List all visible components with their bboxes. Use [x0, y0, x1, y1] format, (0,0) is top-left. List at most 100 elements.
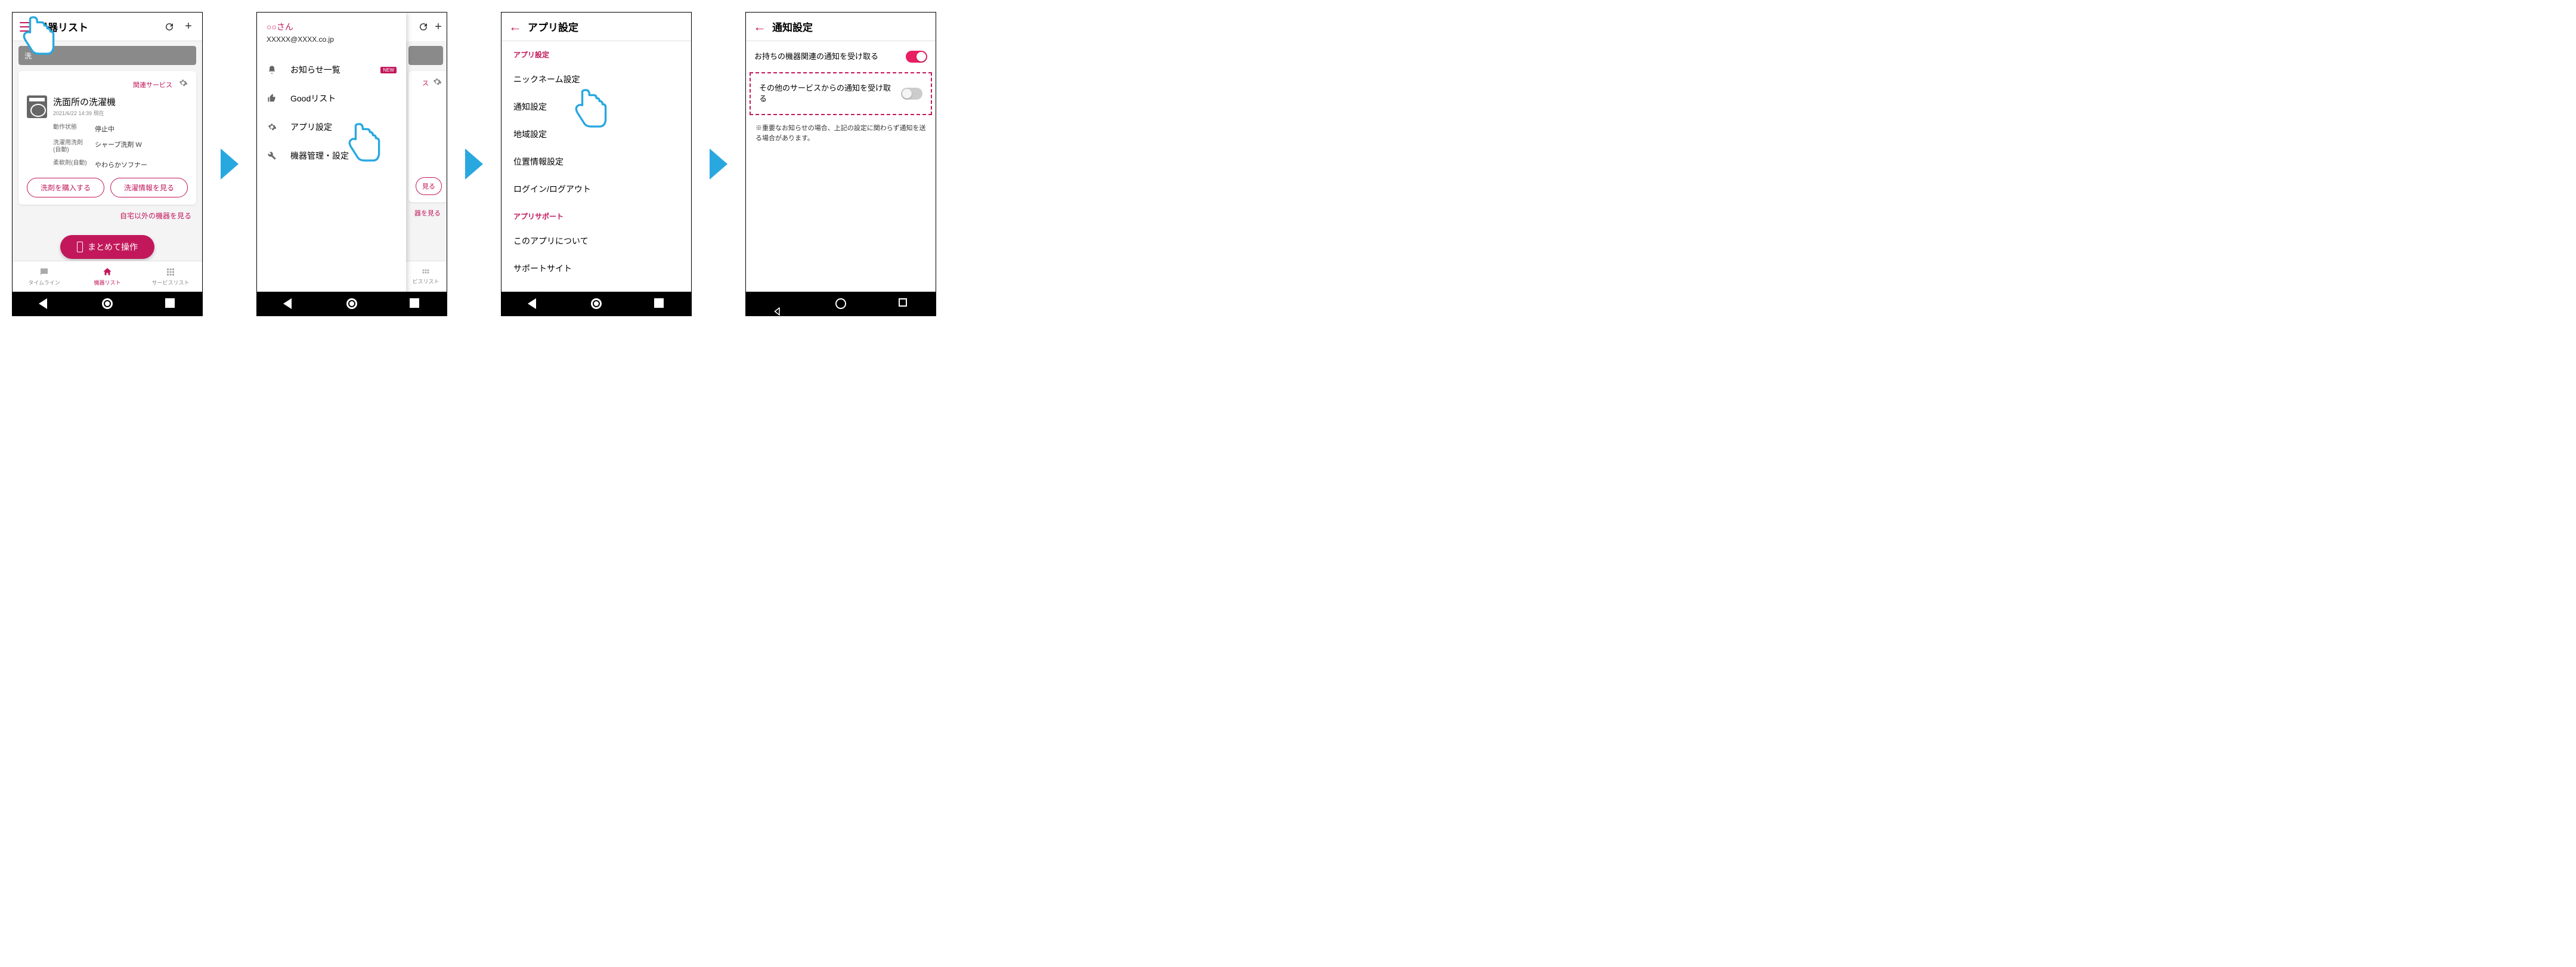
notification-note: ※重要なお知らせの場合、上記の設定に関わらず通知を送る場合があります。: [746, 115, 936, 152]
nav-back[interactable]: [528, 298, 538, 309]
nav-recent[interactable]: [410, 298, 420, 309]
toggle-switch-off[interactable]: [901, 88, 922, 100]
bell-icon: [267, 64, 277, 75]
device-card: 関連サービス 洗面所の洗濯機 2021/6/22 14:39 現在 動作状態停止…: [18, 71, 196, 205]
device-name: 洗面所の洗濯機: [53, 95, 116, 108]
content: アプリ設定 ニックネーム設定 通知設定 地域設定 位置情報設定 ログイン/ログア…: [501, 41, 691, 292]
nav-recent[interactable]: [654, 298, 665, 309]
nav-back[interactable]: [39, 298, 49, 309]
status-grid: 動作状態停止中 洗濯用洗剤 (自動)シャープ洗剤 W 柔軟剤(自動)やわらかソフ…: [53, 124, 188, 169]
related-services-link[interactable]: 関連サービス: [133, 80, 172, 89]
page-title: 通知設定: [772, 19, 928, 34]
grid-icon: [165, 267, 177, 277]
drawer-item-good-list[interactable]: Goodリスト: [257, 84, 406, 113]
settings-item-support[interactable]: サポートサイト: [501, 255, 691, 282]
status-row: 柔軟剤(自動)やわらかソフナー: [53, 160, 188, 169]
washer-icon: [27, 95, 47, 118]
gear-icon[interactable]: [432, 77, 442, 89]
gear-icon[interactable]: [178, 78, 188, 91]
hamburger-icon[interactable]: [20, 22, 32, 32]
gear-icon: [267, 122, 277, 132]
plus-icon[interactable]: +: [435, 20, 442, 33]
header: ← アプリ設定: [501, 13, 691, 41]
status-value: やわらかソフナー: [95, 160, 147, 169]
settings-item-region[interactable]: 地域設定: [501, 121, 691, 148]
drawer-label: アプリ設定: [290, 121, 332, 133]
status-value: 停止中: [95, 124, 114, 134]
flow-arrow-icon: [710, 149, 727, 180]
view-button-partial[interactable]: 見る: [416, 177, 442, 195]
section-header: アプリ設定: [501, 41, 691, 66]
batch-operate-button[interactable]: まとめて操作: [60, 235, 154, 259]
nav-home[interactable]: [591, 298, 602, 309]
nav-home[interactable]: [346, 298, 357, 309]
drawer-label: Goodリスト: [290, 92, 336, 104]
page-title: アプリ設定: [528, 19, 684, 34]
back-arrow-icon[interactable]: ←: [753, 19, 766, 35]
settings-item-terms[interactable]: 利用規約・プライバシーポリシー: [501, 282, 691, 292]
content: 洗 関連サービス 洗面所の洗濯機 2021/6/22 14:39 現在 動作状態…: [13, 41, 202, 261]
android-nav-bar: [501, 292, 691, 316]
device-card-partial: ス 見る: [408, 71, 447, 202]
bottom-tabs: タイムライン 機器リスト サービスリスト: [13, 261, 202, 292]
android-nav-bar: [257, 292, 447, 316]
notification-toggle-row-devices: お持ちの機器関連の通知を受け取る: [746, 41, 936, 72]
drawer-item-app-settings[interactable]: アプリ設定: [257, 113, 406, 141]
drawer-email: XXXXX@XXXX.co.jp: [267, 35, 397, 44]
nav-recent[interactable]: [165, 298, 176, 309]
drawer-label: 機器管理・設定: [290, 150, 349, 162]
screen-4-notification-settings: ← 通知設定 お持ちの機器関連の通知を受け取る その他のサービスからの通知を受け…: [745, 12, 936, 316]
outside-devices-link[interactable]: 自宅以外の機器を見る: [13, 211, 202, 227]
nav-back[interactable]: [772, 298, 783, 309]
flow-arrow-icon: [221, 149, 239, 180]
device-timestamp: 2021/6/22 14:39 現在: [53, 109, 116, 117]
screen-1-device-list: 機器リスト + 洗 関連サービス 洗面所の洗濯機 2021/6/22 14:39…: [12, 12, 203, 316]
buy-detergent-button[interactable]: 洗剤を購入する: [27, 178, 104, 197]
section-header: アプリサポート: [501, 203, 691, 227]
tab-label: サービスリスト: [151, 279, 189, 286]
status-row: 動作状態停止中: [53, 124, 188, 134]
tab-timeline[interactable]: タイムライン: [13, 261, 76, 292]
settings-item-nickname[interactable]: ニックネーム設定: [501, 66, 691, 93]
related-link-partial: ス: [422, 78, 429, 88]
settings-item-location[interactable]: 位置情報設定: [501, 148, 691, 175]
tab-label: 機器リスト: [94, 279, 120, 286]
settings-item-about[interactable]: このアプリについて: [501, 227, 691, 255]
batch-label: まとめて操作: [88, 241, 138, 253]
screen-3-app-settings: ← アプリ設定 アプリ設定 ニックネーム設定 通知設定 地域設定 位置情報設定 …: [501, 12, 692, 316]
android-nav-bar: [746, 292, 936, 316]
status-label: 洗濯用洗剤 (自動): [53, 140, 95, 154]
tab-label: タイムライン: [28, 279, 60, 286]
nav-recent[interactable]: [899, 298, 909, 309]
view-wash-info-button[interactable]: 洗濯情報を見る: [110, 178, 188, 197]
tab-device-list[interactable]: 機器リスト: [76, 261, 139, 292]
toggle-label: その他のサービスからの通知を受け取る: [759, 83, 895, 104]
settings-item-notification[interactable]: 通知設定: [501, 93, 691, 121]
wrench-icon: [267, 150, 277, 161]
content: お持ちの機器関連の通知を受け取る その他のサービスからの通知を受け取る ※重要な…: [746, 41, 936, 292]
android-nav-bar: [13, 292, 202, 316]
nav-home[interactable]: [835, 298, 846, 309]
notification-toggle-row-other: その他のサービスからの通知を受け取る: [750, 72, 932, 115]
home-icon: [101, 267, 113, 277]
chat-icon: [38, 267, 50, 277]
status-label: 柔軟剤(自動): [53, 160, 95, 169]
back-arrow-icon[interactable]: ←: [509, 19, 522, 35]
refresh-icon[interactable]: [163, 20, 176, 33]
tab-service-list[interactable]: サービスリスト: [139, 261, 202, 292]
nav-home[interactable]: [102, 298, 113, 309]
status-label: 動作状態: [53, 124, 95, 134]
tab-label-partial: ビスリスト: [412, 277, 439, 285]
drawer-item-notices[interactable]: お知らせ一覧 NEW: [257, 55, 406, 84]
refresh-icon[interactable]: [418, 20, 429, 33]
drawer-item-device-manage[interactable]: 機器管理・設定: [257, 141, 406, 170]
nav-back[interactable]: [283, 298, 294, 309]
toggle-switch-on[interactable]: [906, 51, 927, 63]
status-row: 洗濯用洗剤 (自動)シャープ洗剤 W: [53, 140, 188, 154]
new-badge: NEW: [380, 67, 397, 73]
thumb-icon: [267, 93, 277, 104]
plus-icon[interactable]: +: [182, 20, 195, 33]
header: 機器リスト +: [13, 13, 202, 41]
settings-item-login[interactable]: ログイン/ログアウト: [501, 175, 691, 203]
header: ← 通知設定: [746, 13, 936, 41]
